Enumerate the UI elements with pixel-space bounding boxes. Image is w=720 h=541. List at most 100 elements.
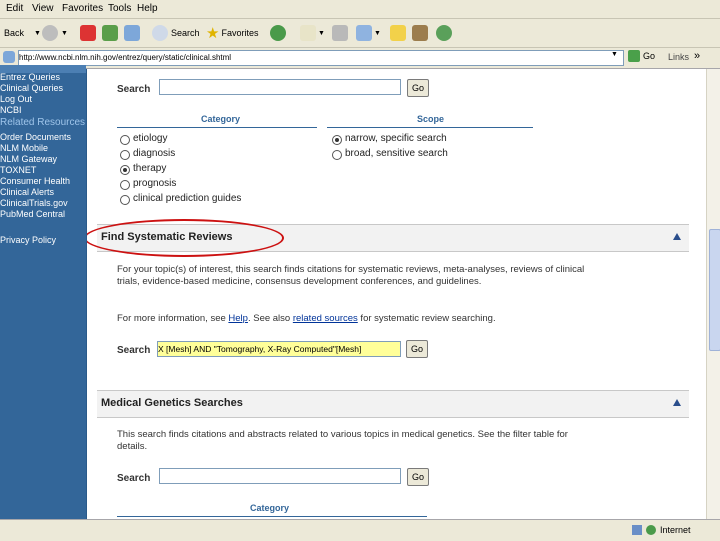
history-button[interactable]	[270, 23, 286, 43]
print-icon	[332, 25, 348, 41]
sidebar-item-clinical-alerts[interactable]: Clinical Alerts	[0, 187, 54, 197]
status-bar: Internet	[0, 519, 720, 541]
genetics-go-button[interactable]: Go	[407, 468, 429, 486]
edit-button[interactable]: ▼	[356, 23, 381, 43]
search-label: Search	[171, 28, 200, 38]
messenger-icon	[436, 25, 452, 41]
radio-clinical-prediction[interactable]	[120, 195, 130, 205]
menu-view[interactable]: View	[32, 3, 54, 14]
radio-broad[interactable]	[332, 150, 342, 160]
go-button[interactable]: Go	[628, 50, 655, 62]
help-link[interactable]: Help	[228, 313, 248, 324]
browser-toolbar: Back ▼ ▼ Search ★ Favorites ▼ ▼	[0, 19, 720, 48]
links-label[interactable]: Links	[668, 52, 689, 62]
chevron-icon[interactable]: »	[694, 50, 700, 62]
clinical-search-label: Search	[117, 84, 151, 95]
sidebar-item-log-out[interactable]: Log Out	[0, 94, 32, 104]
sidebar: Entrez Queries Clinical Queries Log Out …	[0, 65, 87, 519]
sidebar-item-order-documents[interactable]: Order Documents	[0, 132, 71, 142]
option-prognosis: prognosis	[133, 178, 177, 189]
favorites-button[interactable]: ★ Favorites	[206, 23, 258, 43]
systematic-description: For your topic(s) of interest, this sear…	[117, 264, 585, 287]
back-to-top-icon[interactable]	[673, 399, 681, 406]
dropdown-arrow-icon: ▼	[318, 29, 325, 37]
dropdown-arrow-icon: ▼	[374, 29, 381, 37]
radio-diagnosis[interactable]	[120, 150, 130, 160]
sidebar-header-related-resources: Related Resources	[0, 117, 86, 128]
radio-narrow[interactable]	[332, 135, 342, 145]
more-info-suffix: for systematic review searching.	[357, 313, 496, 324]
clinical-go-button[interactable]: Go	[407, 79, 429, 97]
sidebar-item-privacy-policy[interactable]: Privacy Policy	[0, 235, 56, 245]
clinical-search-input[interactable]	[159, 79, 401, 95]
genetics-search-label: Search	[117, 473, 151, 484]
stop-button[interactable]	[80, 23, 96, 43]
research-button[interactable]	[412, 23, 428, 43]
search-icon	[152, 25, 168, 41]
back-to-top-icon[interactable]	[673, 233, 681, 240]
refresh-button[interactable]	[102, 23, 118, 43]
systematic-more-info: For more information, see Help. See also…	[117, 313, 597, 325]
notes-button[interactable]	[390, 23, 406, 43]
back-label: Back	[4, 28, 25, 38]
sidebar-item-ncbi[interactable]: NCBI	[0, 105, 22, 115]
radio-etiology[interactable]	[120, 135, 130, 145]
go-arrow-icon	[628, 50, 640, 62]
scope-rule	[327, 127, 533, 128]
sidebar-item-toxnet[interactable]: TOXNET	[0, 165, 36, 175]
page-icon	[3, 51, 15, 63]
menu-tools[interactable]: Tools	[108, 3, 131, 14]
messenger-button[interactable]	[436, 23, 452, 43]
go-label: Go	[643, 51, 656, 61]
sidebar-item-consumer-health[interactable]: Consumer Health	[0, 176, 70, 186]
menu-edit[interactable]: Edit	[6, 3, 23, 14]
sidebar-item-nlm-mobile[interactable]: NLM Mobile	[0, 143, 48, 153]
option-clinical-prediction: clinical prediction guides	[133, 193, 242, 204]
url-dropdown-icon[interactable]: ▼	[611, 51, 618, 58]
option-broad: broad, sensitive search	[345, 148, 448, 159]
radio-therapy[interactable]	[120, 165, 130, 175]
vertical-scrollbar[interactable]	[706, 69, 720, 519]
related-sources-link[interactable]: related sources	[293, 313, 358, 324]
mail-button[interactable]: ▼	[300, 23, 325, 43]
scope-header: Scope	[417, 114, 445, 124]
more-info-mid: . See also	[247, 313, 293, 324]
radio-prognosis[interactable]	[120, 180, 130, 190]
systematic-search-label: Search	[117, 345, 151, 356]
dropdown-arrow-icon: ▼	[61, 29, 68, 37]
print-button[interactable]	[332, 23, 348, 43]
medical-genetics-title: Medical Genetics Searches	[101, 397, 243, 409]
mail-icon	[300, 25, 316, 41]
systematic-search-input[interactable]: X [Mesh] AND "Tomography, X-Ray Computed…	[157, 341, 401, 357]
status-icon	[632, 525, 642, 535]
menu-bar: Edit View Favorites Tools Help	[0, 0, 720, 19]
word-icon	[356, 25, 372, 41]
star-icon: ★	[206, 25, 220, 42]
menu-favorites[interactable]: Favorites	[62, 3, 103, 14]
genetics-description: This search finds citations and abstract…	[117, 429, 568, 452]
genetics-category-header: Category	[250, 503, 290, 513]
search-button[interactable]: Search	[152, 23, 200, 43]
sidebar-item-nlm-gateway[interactable]: NLM Gateway	[0, 154, 57, 164]
research-icon	[412, 25, 428, 41]
category-header: Category	[201, 114, 241, 124]
genetics-category-rule	[117, 516, 427, 517]
url-input[interactable]: http://www.ncbi.nlm.nih.gov/entrez/query…	[18, 50, 624, 66]
home-button[interactable]	[124, 23, 140, 43]
medical-genetics-header: Medical Genetics Searches	[97, 390, 689, 418]
option-etiology: etiology	[133, 133, 168, 144]
menu-help[interactable]: Help	[137, 3, 158, 14]
internet-zone-icon	[646, 525, 656, 535]
scrollbar-thumb[interactable]	[709, 229, 720, 351]
sidebar-item-clinical-queries[interactable]: Clinical Queries	[0, 83, 63, 93]
forward-arrow-icon	[42, 25, 58, 41]
sidebar-item-clinicaltrials[interactable]: ClinicalTrials.gov	[0, 198, 68, 208]
sidebar-item-pubmed-central[interactable]: PubMed Central	[0, 209, 65, 219]
genetics-search-input[interactable]	[159, 468, 401, 484]
history-icon	[270, 25, 286, 41]
sidebar-item-entrez-queries[interactable]: Entrez Queries	[0, 72, 60, 82]
back-button[interactable]: Back ▼	[4, 23, 41, 43]
systematic-go-button[interactable]: Go	[406, 340, 428, 358]
forward-button[interactable]: ▼	[42, 23, 68, 43]
address-bar: http://www.ncbi.nlm.nih.gov/entrez/query…	[0, 48, 720, 69]
